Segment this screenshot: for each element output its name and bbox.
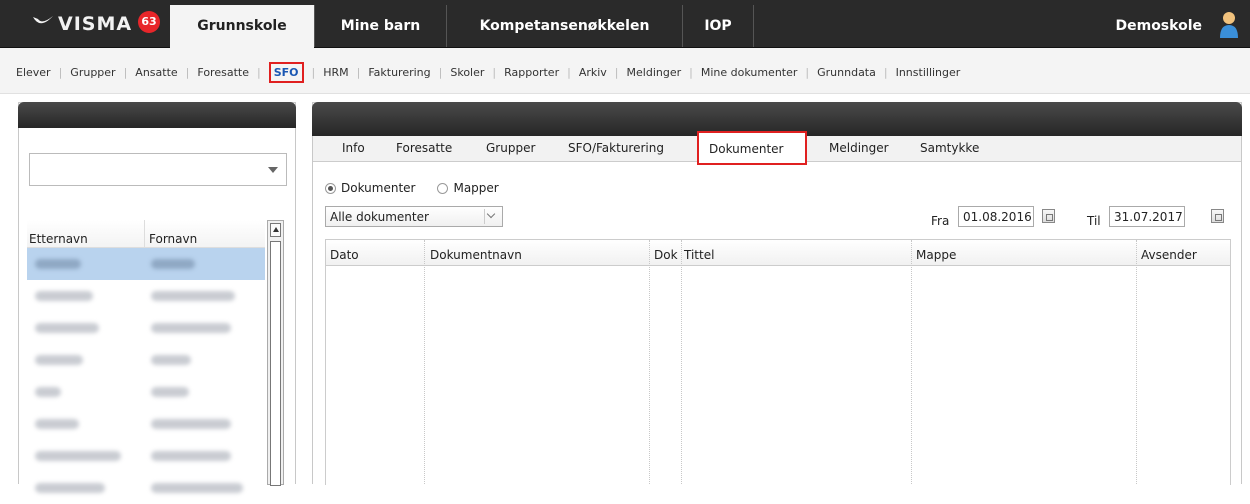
subnav-fakturering[interactable]: Fakturering	[349, 62, 430, 83]
blurred-name	[35, 387, 61, 397]
subnav-elever[interactable]: Elever	[16, 62, 51, 83]
radio-mapper[interactable]: Mapper	[437, 181, 499, 195]
column-dokumentnavn[interactable]: Dokumentnavn	[430, 248, 522, 262]
left-panel-header	[18, 102, 296, 128]
scroll-thumb[interactable]	[270, 241, 281, 486]
tab-sfo-fakturering[interactable]: SFO/Fakturering	[568, 141, 664, 155]
radio-dokumenter[interactable]: Dokumenter	[325, 181, 415, 195]
chevron-down-icon[interactable]	[484, 209, 499, 224]
logo-text: VISMA	[58, 13, 133, 35]
student-list-panel: Etternavn Fornavn	[18, 102, 296, 493]
subnav-innstillinger[interactable]: Innstillinger	[876, 62, 961, 83]
top-bar: VISMA 63 Grunnskole Mine barn Kompetanse…	[0, 0, 1250, 48]
tab-grupper[interactable]: Grupper	[486, 141, 535, 155]
blurred-name	[35, 451, 121, 461]
tab-dokumenter[interactable]: Dokumenter	[697, 131, 807, 165]
subnav-foresatte[interactable]: Foresatte	[178, 62, 249, 83]
subnav-meldinger[interactable]: Meldinger	[607, 62, 682, 83]
column-dok[interactable]: Dok	[654, 248, 678, 262]
list-item[interactable]	[27, 344, 265, 376]
main-tab-mine-barn[interactable]: Mine barn	[314, 5, 446, 47]
student-list	[27, 248, 265, 504]
tab-meldinger[interactable]: Meldinger	[829, 141, 889, 155]
list-item[interactable]	[27, 248, 265, 280]
blurred-name	[151, 451, 231, 461]
secondary-nav: Elever Grupper Ansatte Foresatte SFO HRM…	[0, 48, 1250, 94]
main-tab-iop[interactable]: IOP	[682, 5, 754, 47]
blurred-name	[35, 291, 93, 301]
visma-swoosh-icon	[33, 16, 53, 24]
column-fornavn[interactable]: Fornavn	[149, 232, 197, 246]
subnav-sfo[interactable]: SFO	[249, 62, 304, 83]
column-tittel[interactable]: Tittel	[684, 248, 714, 262]
blurred-name	[35, 483, 105, 493]
blurred-name	[151, 259, 195, 269]
blurred-name	[151, 291, 235, 301]
blurred-name	[35, 419, 79, 429]
tab-info[interactable]: Info	[342, 141, 365, 155]
documents-table: Dato Dokumentnavn Dok Tittel Mappe Avsen…	[325, 239, 1231, 485]
notification-badge[interactable]: 63	[138, 11, 160, 33]
list-item[interactable]	[27, 376, 265, 408]
blurred-name	[151, 323, 231, 333]
column-dato[interactable]: Dato	[330, 248, 359, 262]
view-mode-radios: Dokumenter Mapper	[325, 181, 521, 195]
from-date-input[interactable]: 01.08.2016	[958, 206, 1034, 227]
school-name[interactable]: Demoskole	[1115, 5, 1202, 47]
chevron-down-icon[interactable]	[268, 167, 278, 173]
list-scrollbar[interactable]	[267, 220, 284, 486]
main-tab-kompetansenokkelen[interactable]: Kompetansenøkkelen	[446, 5, 682, 47]
subnav-grunndata[interactable]: Grunndata	[797, 62, 876, 83]
subnav-grupper[interactable]: Grupper	[51, 62, 115, 83]
column-etternavn[interactable]: Etternavn	[29, 232, 88, 246]
student-list-header: Etternavn Fornavn	[27, 220, 265, 248]
from-label: Fra	[931, 214, 950, 228]
scroll-up-icon[interactable]	[270, 223, 281, 237]
document-filter-select[interactable]: Alle dokumenter	[325, 206, 503, 227]
calendar-icon[interactable]	[1042, 209, 1055, 223]
list-item[interactable]	[27, 440, 265, 472]
visma-logo[interactable]: VISMA 63	[10, 8, 160, 38]
blurred-name	[151, 419, 231, 429]
subnav-skoler[interactable]: Skoler	[431, 62, 484, 83]
blurred-name	[151, 387, 189, 397]
documents-table-header: Dato Dokumentnavn Dok Tittel Mappe Avsen…	[326, 240, 1230, 266]
blurred-name	[35, 355, 83, 365]
student-detail-panel: Info Foresatte Grupper SFO/Fakturering M…	[312, 102, 1242, 485]
to-date-input[interactable]: 31.07.2017	[1109, 206, 1185, 227]
list-item[interactable]	[27, 472, 265, 504]
column-avsender[interactable]: Avsender	[1141, 248, 1197, 262]
list-item[interactable]	[27, 408, 265, 440]
subnav-arkiv[interactable]: Arkiv	[559, 62, 607, 83]
column-mappe[interactable]: Mappe	[916, 248, 956, 262]
subnav-mine-dokumenter[interactable]: Mine dokumenter	[681, 62, 798, 83]
group-filter-select[interactable]	[29, 153, 287, 186]
tab-samtykke[interactable]: Samtykke	[920, 141, 979, 155]
calendar-icon[interactable]	[1211, 209, 1224, 223]
user-icon[interactable]	[1218, 10, 1240, 38]
blurred-name	[151, 483, 243, 493]
subnav-rapporter[interactable]: Rapporter	[484, 62, 559, 83]
blurred-name	[35, 323, 99, 333]
tab-foresatte[interactable]: Foresatte	[396, 141, 452, 155]
subnav-hrm[interactable]: HRM	[304, 62, 348, 83]
main-tab-grunnskole[interactable]: Grunnskole	[170, 5, 314, 48]
to-label: Til	[1087, 214, 1101, 228]
blurred-name	[35, 259, 81, 269]
list-item[interactable]	[27, 312, 265, 344]
subnav-ansatte[interactable]: Ansatte	[116, 62, 177, 83]
blurred-name	[151, 355, 191, 365]
list-item[interactable]	[27, 280, 265, 312]
